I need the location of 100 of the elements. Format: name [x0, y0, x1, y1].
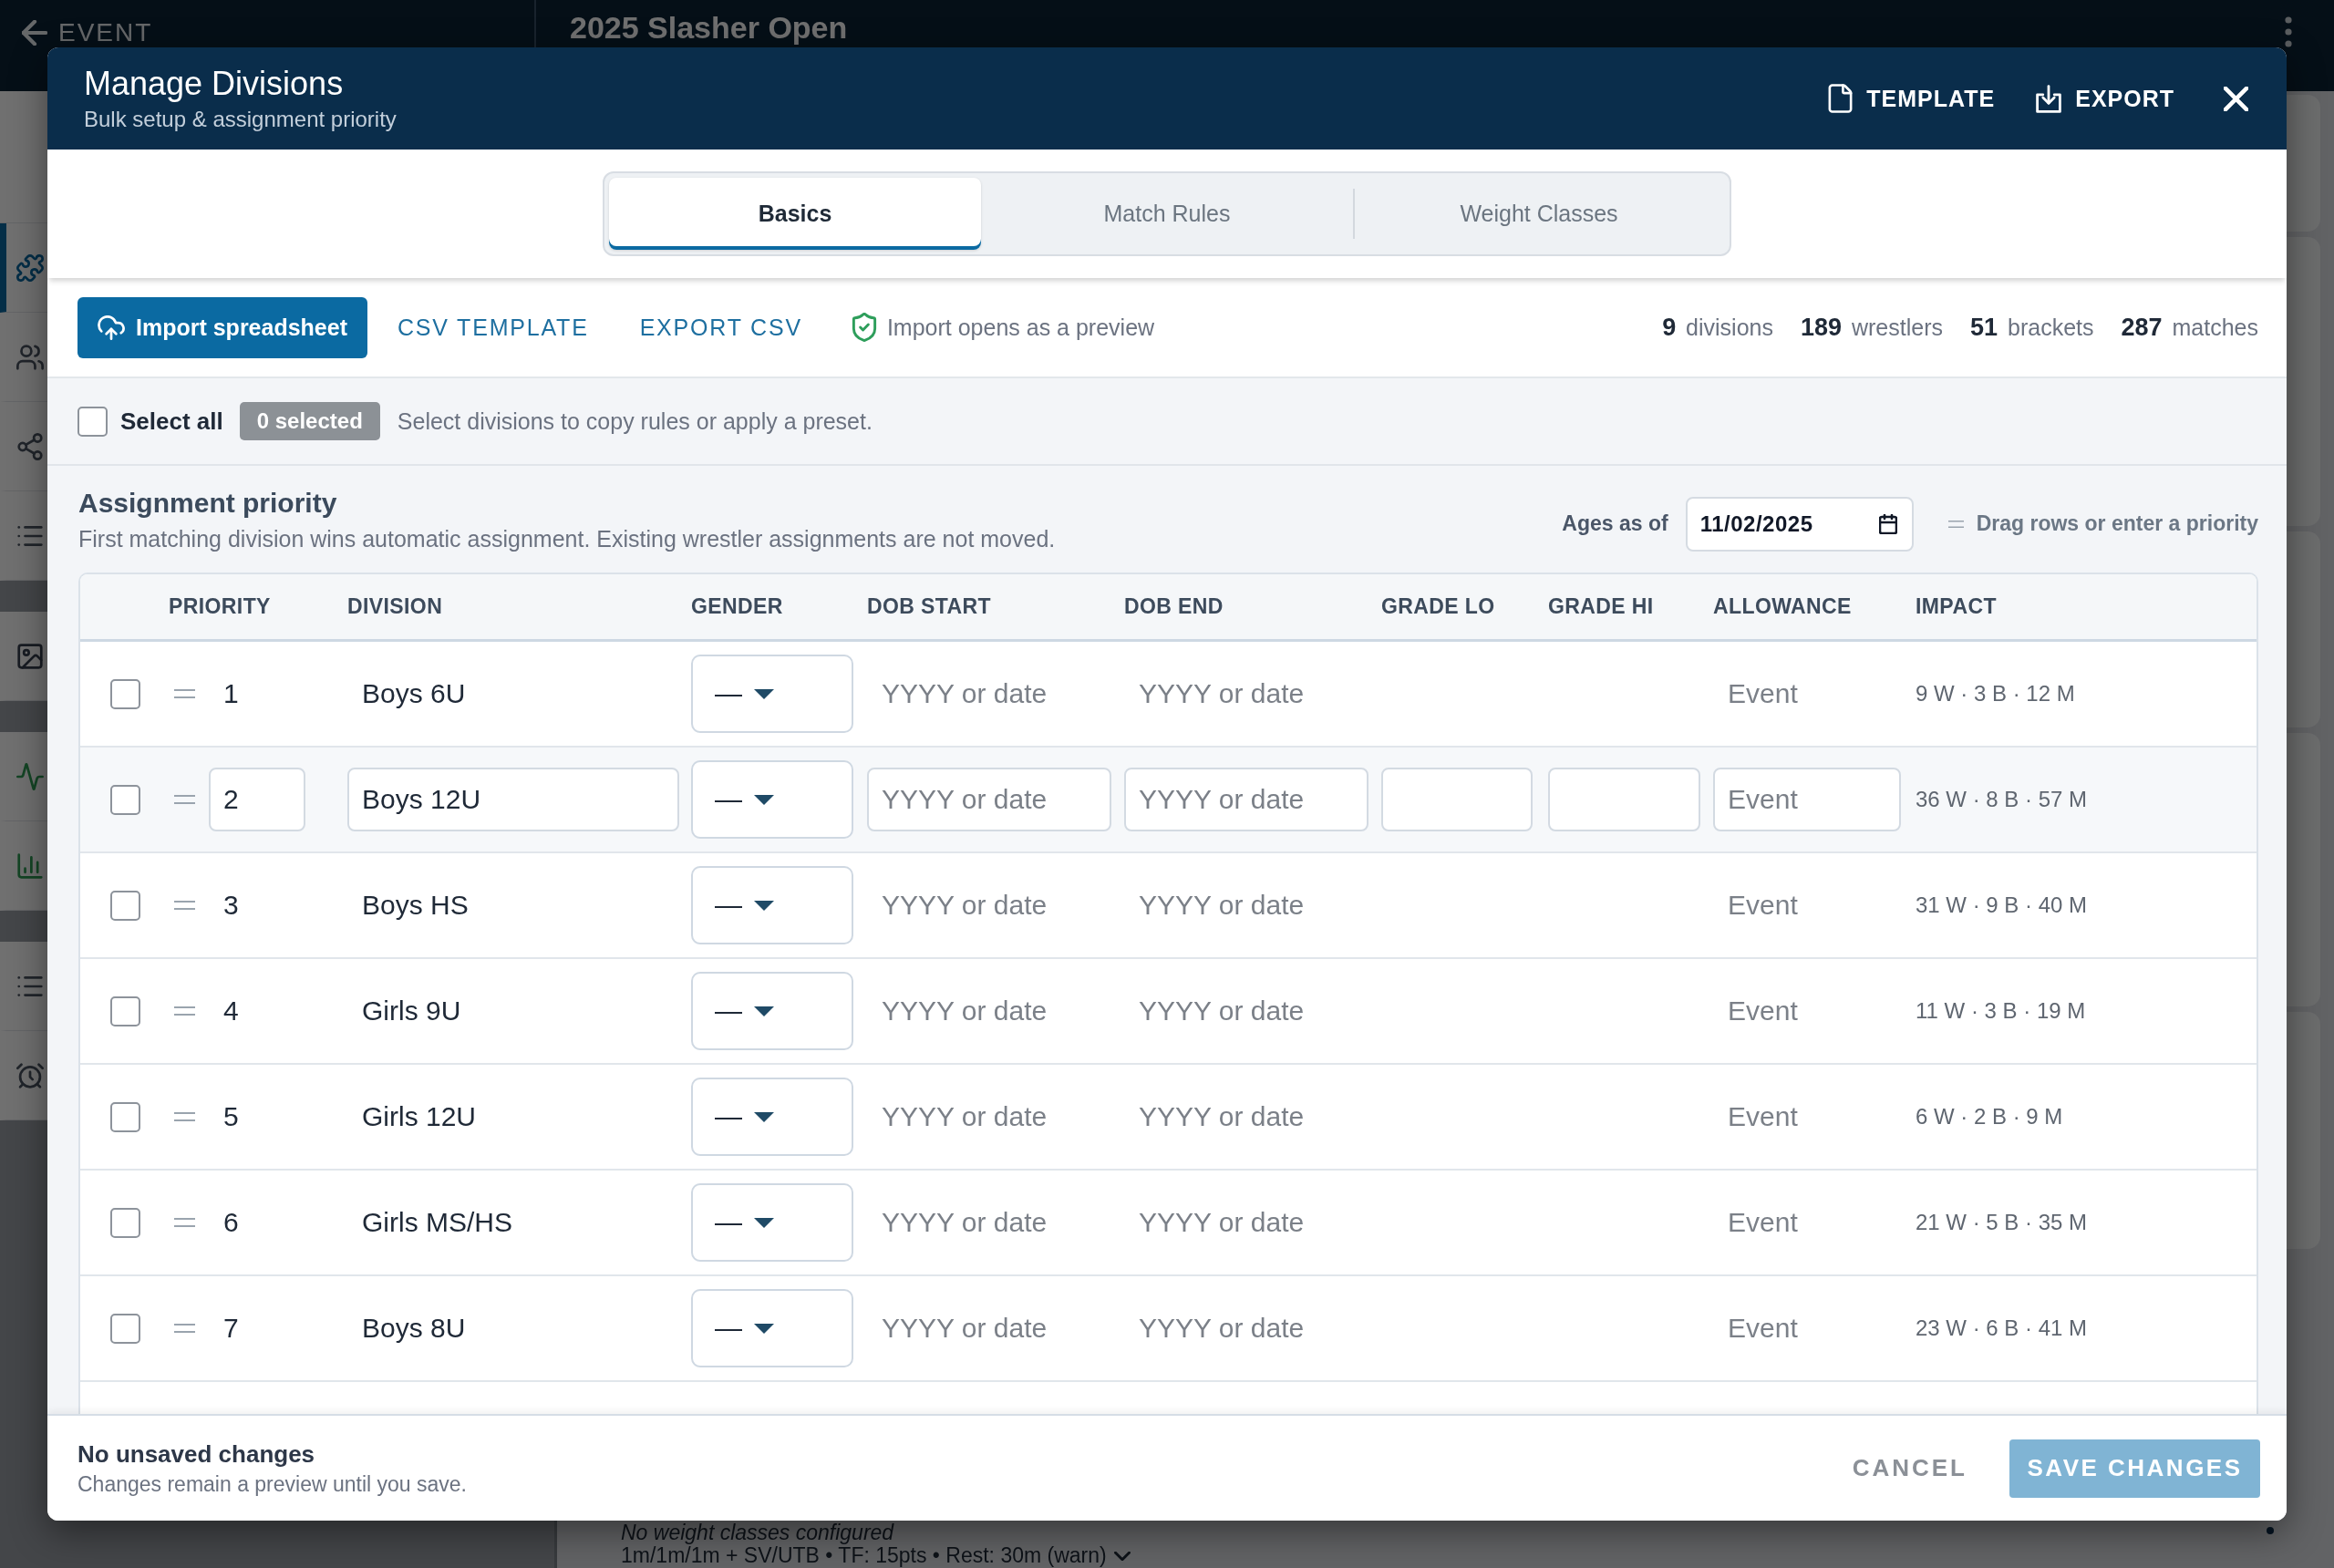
gender-select[interactable]: —: [691, 655, 853, 733]
priority-input[interactable]: 7: [209, 1308, 253, 1348]
dob-end-input[interactable]: YYYY or date: [1124, 1202, 1319, 1243]
cloud-upload-icon: [98, 315, 125, 340]
row-checkbox[interactable]: [110, 890, 140, 921]
impact-text: 9 W · 3 B · 12 M: [1916, 681, 2075, 707]
tab[interactable]: Match Rules: [981, 178, 1353, 250]
impact-text: 21 W · 5 B · 35 M: [1916, 1210, 2088, 1235]
dob-start-input[interactable]: YYYY or date: [867, 1097, 1062, 1137]
division-input[interactable]: Boys 8U: [347, 1308, 480, 1348]
column-header: DOB END: [1124, 594, 1224, 619]
users-icon: [16, 343, 44, 371]
puzzle-icon: [16, 253, 44, 282]
select-all-checkbox[interactable]: [77, 406, 108, 437]
drag-handle-icon: [174, 1112, 195, 1121]
gender-select[interactable]: —: [691, 1289, 853, 1367]
share-icon: [16, 432, 44, 460]
stat-text: 287 matches: [2121, 313, 2258, 342]
template-button[interactable]: TEMPLATE: [1828, 84, 1996, 113]
selection-hint: Select divisions to copy rules or apply a preset.: [397, 407, 873, 435]
gender-select[interactable]: —: [691, 1078, 853, 1156]
import-button[interactable]: Import spreadsheet: [77, 296, 367, 358]
column-header: ALLOWANCE: [1713, 594, 1853, 619]
dob-start-input[interactable]: YYYY or date: [867, 1308, 1062, 1348]
division-input[interactable]: Boys 6U: [347, 674, 480, 714]
allowance-input[interactable]: Event: [1713, 768, 1901, 831]
dob-end-input[interactable]: YYYY or date: [1124, 1097, 1319, 1137]
grade-hi-input[interactable]: [1548, 768, 1700, 831]
bar-chart-icon: [16, 851, 44, 880]
selected-count-badge: 0 selected: [239, 402, 380, 440]
toolbar-link[interactable]: EXPORT CSV: [639, 314, 802, 341]
row-checkbox[interactable]: [110, 1207, 140, 1238]
dob-start-input[interactable]: YYYY or date: [867, 674, 1062, 714]
grade-lo-input[interactable]: [1381, 768, 1533, 831]
priority-input[interactable]: 4: [209, 991, 253, 1031]
impact-text: 36 W · 8 B · 57 M: [1916, 787, 2088, 812]
column-header: GRADE LO: [1381, 594, 1496, 619]
download-icon: [2036, 84, 2062, 113]
caret-down-icon: [754, 900, 774, 911]
drag-handle-icon: [174, 689, 195, 698]
priority-input[interactable]: 2: [209, 768, 305, 831]
select-all-label[interactable]: Select all: [120, 407, 223, 436]
caret-down-icon: [754, 1111, 774, 1122]
date-input[interactable]: 11/02/2025: [1685, 496, 1914, 552]
division-input[interactable]: Boys 12U: [347, 768, 679, 831]
dob-end-input[interactable]: YYYY or date: [1124, 885, 1319, 925]
division-input[interactable]: Girls MS/HS: [347, 1202, 527, 1243]
table-row[interactable]: 2 Boys 12U — YYYY or date YYYY or date Event 36 W · 8 B · 57 M: [80, 748, 2257, 853]
row-checkbox[interactable]: [110, 784, 140, 815]
allowance-input[interactable]: Event: [1713, 1097, 1812, 1137]
row-checkbox[interactable]: [110, 1101, 140, 1132]
division-input[interactable]: Boys HS: [347, 885, 483, 925]
caret-down-icon: [754, 1006, 774, 1016]
division-input[interactable]: Girls 9U: [347, 991, 476, 1031]
tab[interactable]: Weight Classes: [1353, 178, 1725, 250]
event-title: 2025 Slasher Open: [570, 9, 848, 46]
drag-handle-icon: [174, 1218, 195, 1227]
chevron-down-icon: [1113, 1551, 1131, 1561]
allowance-input[interactable]: Event: [1713, 1308, 1812, 1348]
tab[interactable]: Basics: [609, 178, 981, 250]
ages-as-of-label: Ages as of: [1562, 511, 1668, 536]
more-menu-icon[interactable]: [2285, 16, 2292, 47]
column-header: DOB START: [867, 594, 993, 619]
priority-input[interactable]: 5: [209, 1097, 253, 1137]
export-button[interactable]: EXPORT: [2036, 84, 2174, 113]
caret-down-icon: [754, 1217, 774, 1228]
alarm-clock-icon: [16, 1061, 44, 1089]
allowance-input[interactable]: Event: [1713, 1202, 1812, 1243]
caret-down-icon: [754, 1323, 774, 1334]
allowance-input[interactable]: Event: [1713, 991, 1812, 1031]
dob-end-input[interactable]: YYYY or date: [1124, 768, 1368, 831]
toolbar-link[interactable]: CSV TEMPLATE: [398, 314, 589, 341]
gender-select[interactable]: —: [691, 1183, 853, 1262]
dob-end-input[interactable]: YYYY or date: [1124, 674, 1319, 714]
dob-start-input[interactable]: YYYY or date: [867, 885, 1062, 925]
priority-input[interactable]: 1: [209, 674, 253, 714]
impact-text: 11 W · 3 B · 19 M: [1916, 998, 2086, 1024]
gender-select[interactable]: —: [691, 972, 853, 1050]
dob-start-input[interactable]: YYYY or date: [867, 768, 1111, 831]
allowance-input[interactable]: Event: [1713, 885, 1812, 925]
drag-handle-icon: [174, 901, 195, 910]
activity-icon: [16, 762, 44, 790]
priority-input[interactable]: 3: [209, 885, 253, 925]
dob-start-input[interactable]: YYYY or date: [867, 991, 1062, 1031]
dob-end-input[interactable]: YYYY or date: [1124, 991, 1319, 1031]
close-button[interactable]: [2224, 86, 2248, 111]
priority-input[interactable]: 6: [209, 1202, 253, 1243]
drag-handle-icon: [174, 795, 195, 804]
allowance-input[interactable]: Event: [1713, 674, 1812, 714]
division-input[interactable]: Girls 12U: [347, 1097, 491, 1137]
column-header: GENDER: [691, 594, 784, 619]
gender-select[interactable]: —: [691, 866, 853, 944]
drag-handle-icon: [174, 1324, 195, 1333]
row-checkbox[interactable]: [110, 1313, 140, 1344]
dob-start-input[interactable]: YYYY or date: [867, 1202, 1062, 1243]
dob-end-input[interactable]: YYYY or date: [1124, 1308, 1319, 1348]
match-rules-summary: 1m/1m/1m + SV/UTB • TF: 15pts • Rest: 30m (warn): [621, 1544, 1107, 1567]
row-checkbox[interactable]: [110, 678, 140, 709]
gender-select[interactable]: —: [691, 760, 853, 839]
row-checkbox[interactable]: [110, 995, 140, 1026]
